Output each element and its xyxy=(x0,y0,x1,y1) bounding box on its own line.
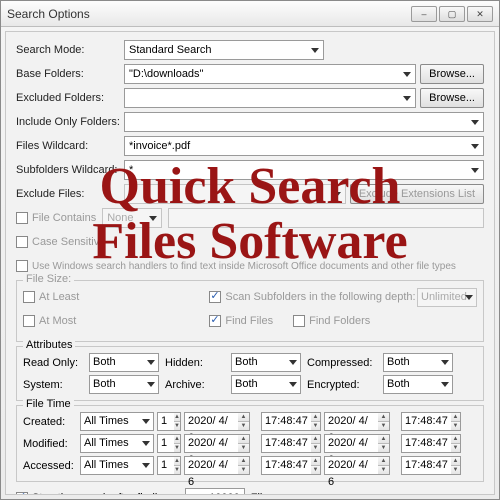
attributes-group: Attributes Read Only: Both Hidden: Both … xyxy=(16,346,484,401)
accessed-num[interactable]: 1 xyxy=(157,456,174,475)
file-contains-checkbox xyxy=(16,212,28,224)
find-folders-checkbox xyxy=(293,315,305,327)
search-options-window: Search Options – ▢ ✕ Search Mode: Standa… xyxy=(0,0,500,500)
readonly-label: Read Only: xyxy=(23,357,83,369)
excluded-folders-input[interactable] xyxy=(124,88,416,108)
system-select[interactable]: Both xyxy=(89,375,159,394)
archive-label: Archive: xyxy=(165,379,225,391)
exclude-extensions-button: Exclude Extensions List xyxy=(350,184,484,204)
stop-after-checkbox[interactable] xyxy=(16,492,28,495)
filesize-group: File Size: At Least At Most Scan Sub xyxy=(16,280,484,342)
search-mode-select[interactable]: Standard Search xyxy=(124,40,324,60)
base-folders-label: Base Folders: xyxy=(16,68,124,80)
maximize-button[interactable]: ▢ xyxy=(439,6,465,22)
filesize-group-label: File Size: xyxy=(23,273,74,285)
subfolders-wildcard-label: Subfolders Wildcard: xyxy=(16,164,124,176)
accessed-time2[interactable]: 17:48:47 xyxy=(401,456,451,475)
file-contains-label: File Contains xyxy=(32,212,96,224)
case-sensitive-checkbox xyxy=(16,236,28,248)
created-label: Created: xyxy=(23,416,77,428)
system-label: System: xyxy=(23,379,83,391)
accessed-mode[interactable]: All Times xyxy=(80,456,154,475)
window-title: Search Options xyxy=(7,7,409,21)
content-panel: Search Mode: Standard Search Base Folder… xyxy=(5,31,495,495)
hidden-select[interactable]: Both xyxy=(231,353,301,372)
modified-time1[interactable]: 17:48:47 xyxy=(261,434,311,453)
close-window-button[interactable]: ✕ xyxy=(467,6,493,22)
windows-handlers-label: Use Windows search handlers to find text… xyxy=(32,261,456,272)
include-only-input[interactable] xyxy=(124,112,484,132)
filetime-group-label: File Time xyxy=(23,398,74,410)
compressed-label: Compressed: xyxy=(307,357,377,369)
scan-depth-label: Scan Subfolders in the following depth: xyxy=(225,291,417,303)
windows-handlers-checkbox xyxy=(16,260,28,272)
at-most-checkbox xyxy=(23,315,35,327)
modified-mode[interactable]: All Times xyxy=(80,434,154,453)
modified-label: Modified: xyxy=(23,438,77,450)
titlebar: Search Options – ▢ ✕ xyxy=(1,1,499,27)
archive-select[interactable]: Both xyxy=(231,375,301,394)
at-least-checkbox xyxy=(23,291,35,303)
created-time2[interactable]: 17:48:47 xyxy=(401,412,451,431)
created-time1[interactable]: 17:48:47 xyxy=(261,412,311,431)
filetime-group: File Time Created: All Times 1▲▼ 2020/ 4… xyxy=(16,405,484,482)
search-mode-label: Search Mode: xyxy=(16,44,124,56)
at-least-label: At Least xyxy=(39,291,79,303)
created-date2[interactable]: 2020/ 4/ 6 xyxy=(324,412,378,431)
stop-after-label: Stop the search after finding... xyxy=(32,492,179,495)
exclude-files-label: Exclude Files: xyxy=(16,188,124,200)
modified-num[interactable]: 1 xyxy=(157,434,174,453)
hidden-label: Hidden: xyxy=(165,357,225,369)
attributes-group-label: Attributes xyxy=(23,339,75,351)
modified-time2[interactable]: 17:48:47 xyxy=(401,434,451,453)
accessed-date1[interactable]: 2020/ 4/ 6 xyxy=(184,456,238,475)
contains-mode-select: None xyxy=(102,208,162,228)
created-date1[interactable]: 2020/ 4/ 6 xyxy=(184,412,238,431)
encrypted-label: Encrypted: xyxy=(307,379,377,391)
accessed-time1[interactable]: 17:48:47 xyxy=(261,456,311,475)
files-wildcard-input[interactable]: *invoice*.pdf xyxy=(124,136,484,156)
accessed-label: Accessed: xyxy=(23,460,77,472)
find-files-label: Find Files xyxy=(225,315,273,327)
base-folders-input[interactable]: "D:\downloads" xyxy=(124,64,416,84)
at-most-label: At Most xyxy=(39,315,76,327)
created-mode[interactable]: All Times xyxy=(80,412,154,431)
readonly-select[interactable]: Both xyxy=(89,353,159,372)
subfolders-wildcard-input[interactable]: * xyxy=(124,160,484,180)
depth-select: Unlimited xyxy=(417,288,477,307)
excluded-folders-label: Excluded Folders: xyxy=(16,92,124,104)
include-only-label: Include Only Folders: xyxy=(16,116,124,128)
contains-text-input xyxy=(168,208,484,228)
browse-base-button[interactable]: Browse... xyxy=(420,64,484,84)
modified-date2[interactable]: 2020/ 4/ 6 xyxy=(324,434,378,453)
created-spin[interactable]: ▲▼ xyxy=(174,412,181,431)
browse-excluded-button[interactable]: Browse... xyxy=(420,88,484,108)
accessed-date2[interactable]: 2020/ 4/ 6 xyxy=(324,456,378,475)
encrypted-select[interactable]: Both xyxy=(383,375,453,394)
find-folders-label: Find Folders xyxy=(309,315,370,327)
scan-depth-checkbox xyxy=(209,291,221,303)
files-suffix: Files xyxy=(251,492,274,495)
modified-date1[interactable]: 2020/ 4/ 6 xyxy=(184,434,238,453)
minimize-button[interactable]: – xyxy=(411,6,437,22)
created-num[interactable]: 1 xyxy=(157,412,174,431)
compressed-select[interactable]: Both xyxy=(383,353,453,372)
case-sensitive-label: Case Sensitive xyxy=(32,236,105,248)
exclude-files-input xyxy=(124,184,346,204)
files-wildcard-label: Files Wildcard: xyxy=(16,140,124,152)
find-files-checkbox xyxy=(209,315,221,327)
